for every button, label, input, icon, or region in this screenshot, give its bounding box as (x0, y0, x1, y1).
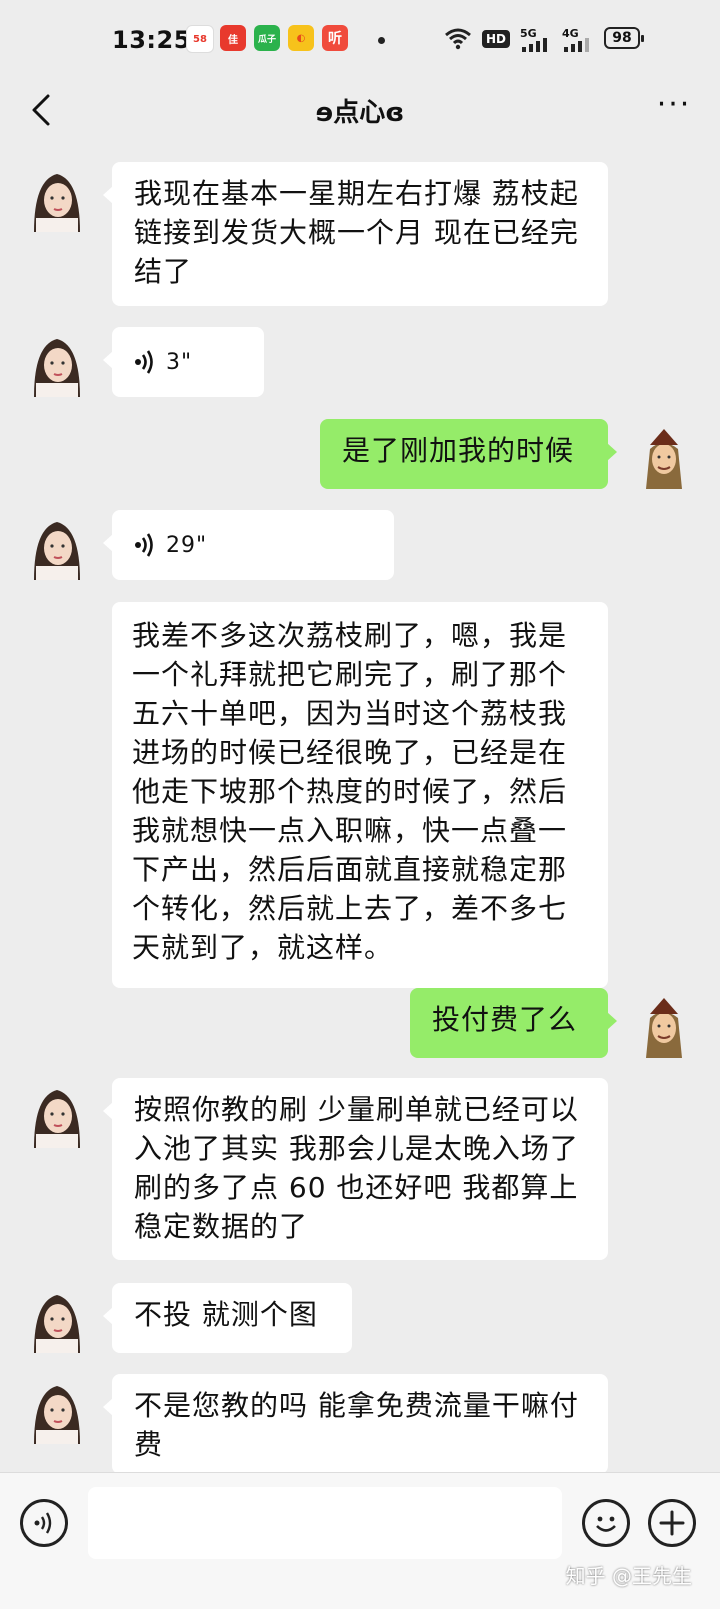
contact-avatar[interactable] (22, 510, 92, 580)
status-bar: 13:25 58 佳 瓜子 ◐ 听 HD 5G 4G 98 (0, 0, 720, 82)
my-message-bubble[interactable]: 是了刚加我的时候 (320, 419, 617, 489)
contact-avatar[interactable] (22, 1283, 92, 1353)
voice-input-button[interactable] (20, 1499, 68, 1547)
message-input[interactable] (88, 1487, 562, 1559)
app-jia-icon: 佳 (220, 25, 246, 51)
battery-indicator: 98 (604, 27, 644, 49)
message-bubble[interactable]: 我现在基本一星期左右打爆 荔枝起链接到发货大概一个月 现在已经完结了 (103, 162, 608, 306)
emoji-icon (596, 1516, 616, 1532)
hd-badge: HD (482, 30, 511, 48)
voice-input-icon (34, 1512, 52, 1534)
app-ting-icon: 听 (322, 25, 348, 51)
message-bubble[interactable]: 不是您教的吗 能拿免费流量干嘛付费 (103, 1374, 608, 1474)
my-message-bubble[interactable]: 投付费了么 (410, 988, 617, 1058)
plus-icon (659, 1510, 685, 1536)
my-avatar[interactable] (628, 988, 698, 1058)
wifi-icon (445, 28, 471, 50)
app-guazi-icon: 瓜子 (254, 25, 280, 51)
voice-message-bubble[interactable]: 3" (103, 327, 264, 397)
message-bubble[interactable]: 按照你教的刷 少量刷单就已经可以入池了其实 我那会儿是太晚入场了 刷的多了点 6… (103, 1078, 608, 1260)
signal-5g-icon (522, 38, 547, 52)
voice-wave-icon (135, 533, 153, 557)
app-58-icon: 58 (186, 25, 214, 53)
clock: 13:25 (112, 26, 191, 54)
voice-duration: 3" (166, 349, 193, 375)
voice-duration: 29" (166, 532, 208, 558)
my-avatar[interactable] (628, 419, 698, 489)
notification-dot (378, 37, 385, 44)
chat-title: ɘ点心ɞ (315, 98, 405, 128)
watermark: 知乎 @王先生 (565, 1564, 692, 1588)
plus-button[interactable] (648, 1499, 696, 1547)
voice-message-bubble[interactable]: 29" (103, 510, 394, 580)
contact-avatar[interactable] (22, 1374, 92, 1444)
message-bubble[interactable]: 我差不多这次荔枝刷了，嗯，我是一个礼拜就把它刷完了，刷了那个五六十单吧，因为当时… (112, 602, 608, 988)
voice-wave-icon (135, 350, 153, 374)
app-yellow-icon: ◐ (288, 25, 314, 51)
emoji-button[interactable] (582, 1499, 630, 1547)
contact-avatar[interactable] (22, 327, 92, 397)
contact-avatar[interactable] (22, 162, 92, 232)
contact-avatar[interactable] (22, 1078, 92, 1148)
message-bubble[interactable]: 不投 就测个图 (103, 1283, 352, 1353)
more-options-icon[interactable]: ··· (654, 90, 694, 130)
signal-4g-icon (564, 38, 589, 52)
chat-header: ɘ点心ɞ ··· (0, 82, 720, 138)
